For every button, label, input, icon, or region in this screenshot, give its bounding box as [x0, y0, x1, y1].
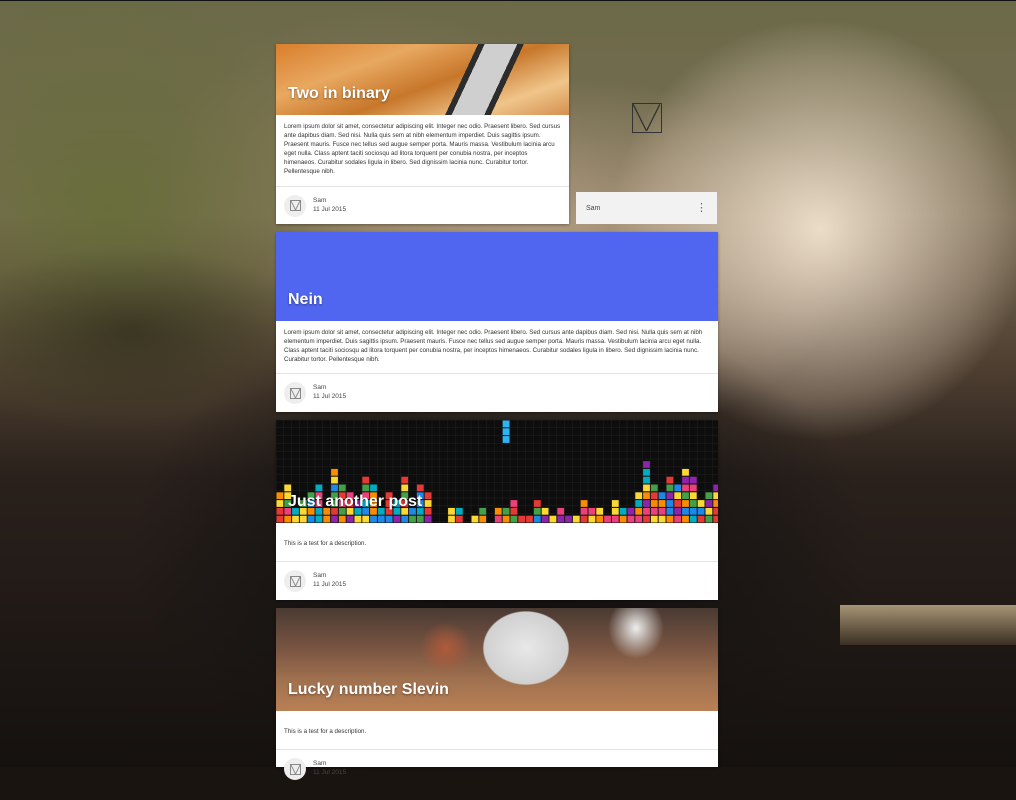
post-hero-image[interactable]: Lucky number Slevin	[276, 608, 718, 711]
avatar-logo-icon	[289, 575, 301, 587]
side-author-name: Sam	[586, 204, 601, 212]
post-footer: Sam 11 Jul 2015	[276, 373, 718, 412]
post-footer: Sam 11 Jul 2015	[276, 749, 718, 788]
avatar-logo-icon	[289, 387, 301, 399]
post-hero-image[interactable]: Two in binary	[276, 44, 569, 115]
post-author: Sam	[313, 760, 327, 768]
post-date: 11 Jul 2015	[313, 393, 347, 400]
kebab-icon[interactable]: ⋮	[696, 202, 707, 214]
top-border	[0, 0, 1016, 1]
post-title[interactable]: Lucky number Slevin	[288, 681, 449, 699]
logo-icon	[631, 103, 662, 133]
post-author: Sam	[313, 196, 327, 204]
post-author: Sam	[313, 384, 327, 392]
post-date: 11 Jul 2015	[313, 581, 347, 588]
post-date: 11 Jul 2015	[313, 769, 347, 776]
post-title[interactable]: Just another post	[288, 493, 422, 511]
post-excerpt: Lorem ipsum dolor sit amet, consectetur …	[284, 123, 561, 175]
avatar	[284, 194, 306, 217]
post-excerpt: This is a test for a description.	[284, 728, 367, 735]
post-excerpt: Lorem ipsum dolor sit amet, consectetur …	[284, 329, 703, 363]
avatar	[284, 570, 306, 592]
post-card[interactable]: Two in binary Lorem ipsum dolor sit amet…	[276, 44, 569, 224]
post-date: 11 Jul 2015	[313, 205, 347, 213]
post-footer: Sam 11 Jul 2015	[276, 186, 569, 224]
post-card[interactable]: Just another post This is a test for a d…	[276, 420, 718, 600]
post-author: Sam	[313, 572, 327, 580]
post-title[interactable]: Nein	[288, 291, 323, 309]
post-card[interactable]: Lucky number Slevin This is a test for a…	[276, 608, 718, 780]
avatar-logo-icon	[289, 200, 301, 211]
post-title[interactable]: Two in binary	[288, 85, 390, 103]
side-author-bar: Sam ⋮	[576, 192, 717, 224]
post-hero-image[interactable]: Nein	[276, 232, 718, 321]
avatar	[284, 758, 306, 780]
post-excerpt: This is a test for a description.	[284, 540, 367, 547]
avatar-logo-icon	[289, 763, 301, 775]
post-hero-image[interactable]: Just another post	[276, 420, 718, 523]
avatar	[284, 382, 306, 404]
post-footer: Sam 11 Jul 2015	[276, 561, 718, 600]
site-logo-panel[interactable]	[576, 44, 717, 192]
post-card[interactable]: Nein Lorem ipsum dolor sit amet, consect…	[276, 232, 718, 412]
